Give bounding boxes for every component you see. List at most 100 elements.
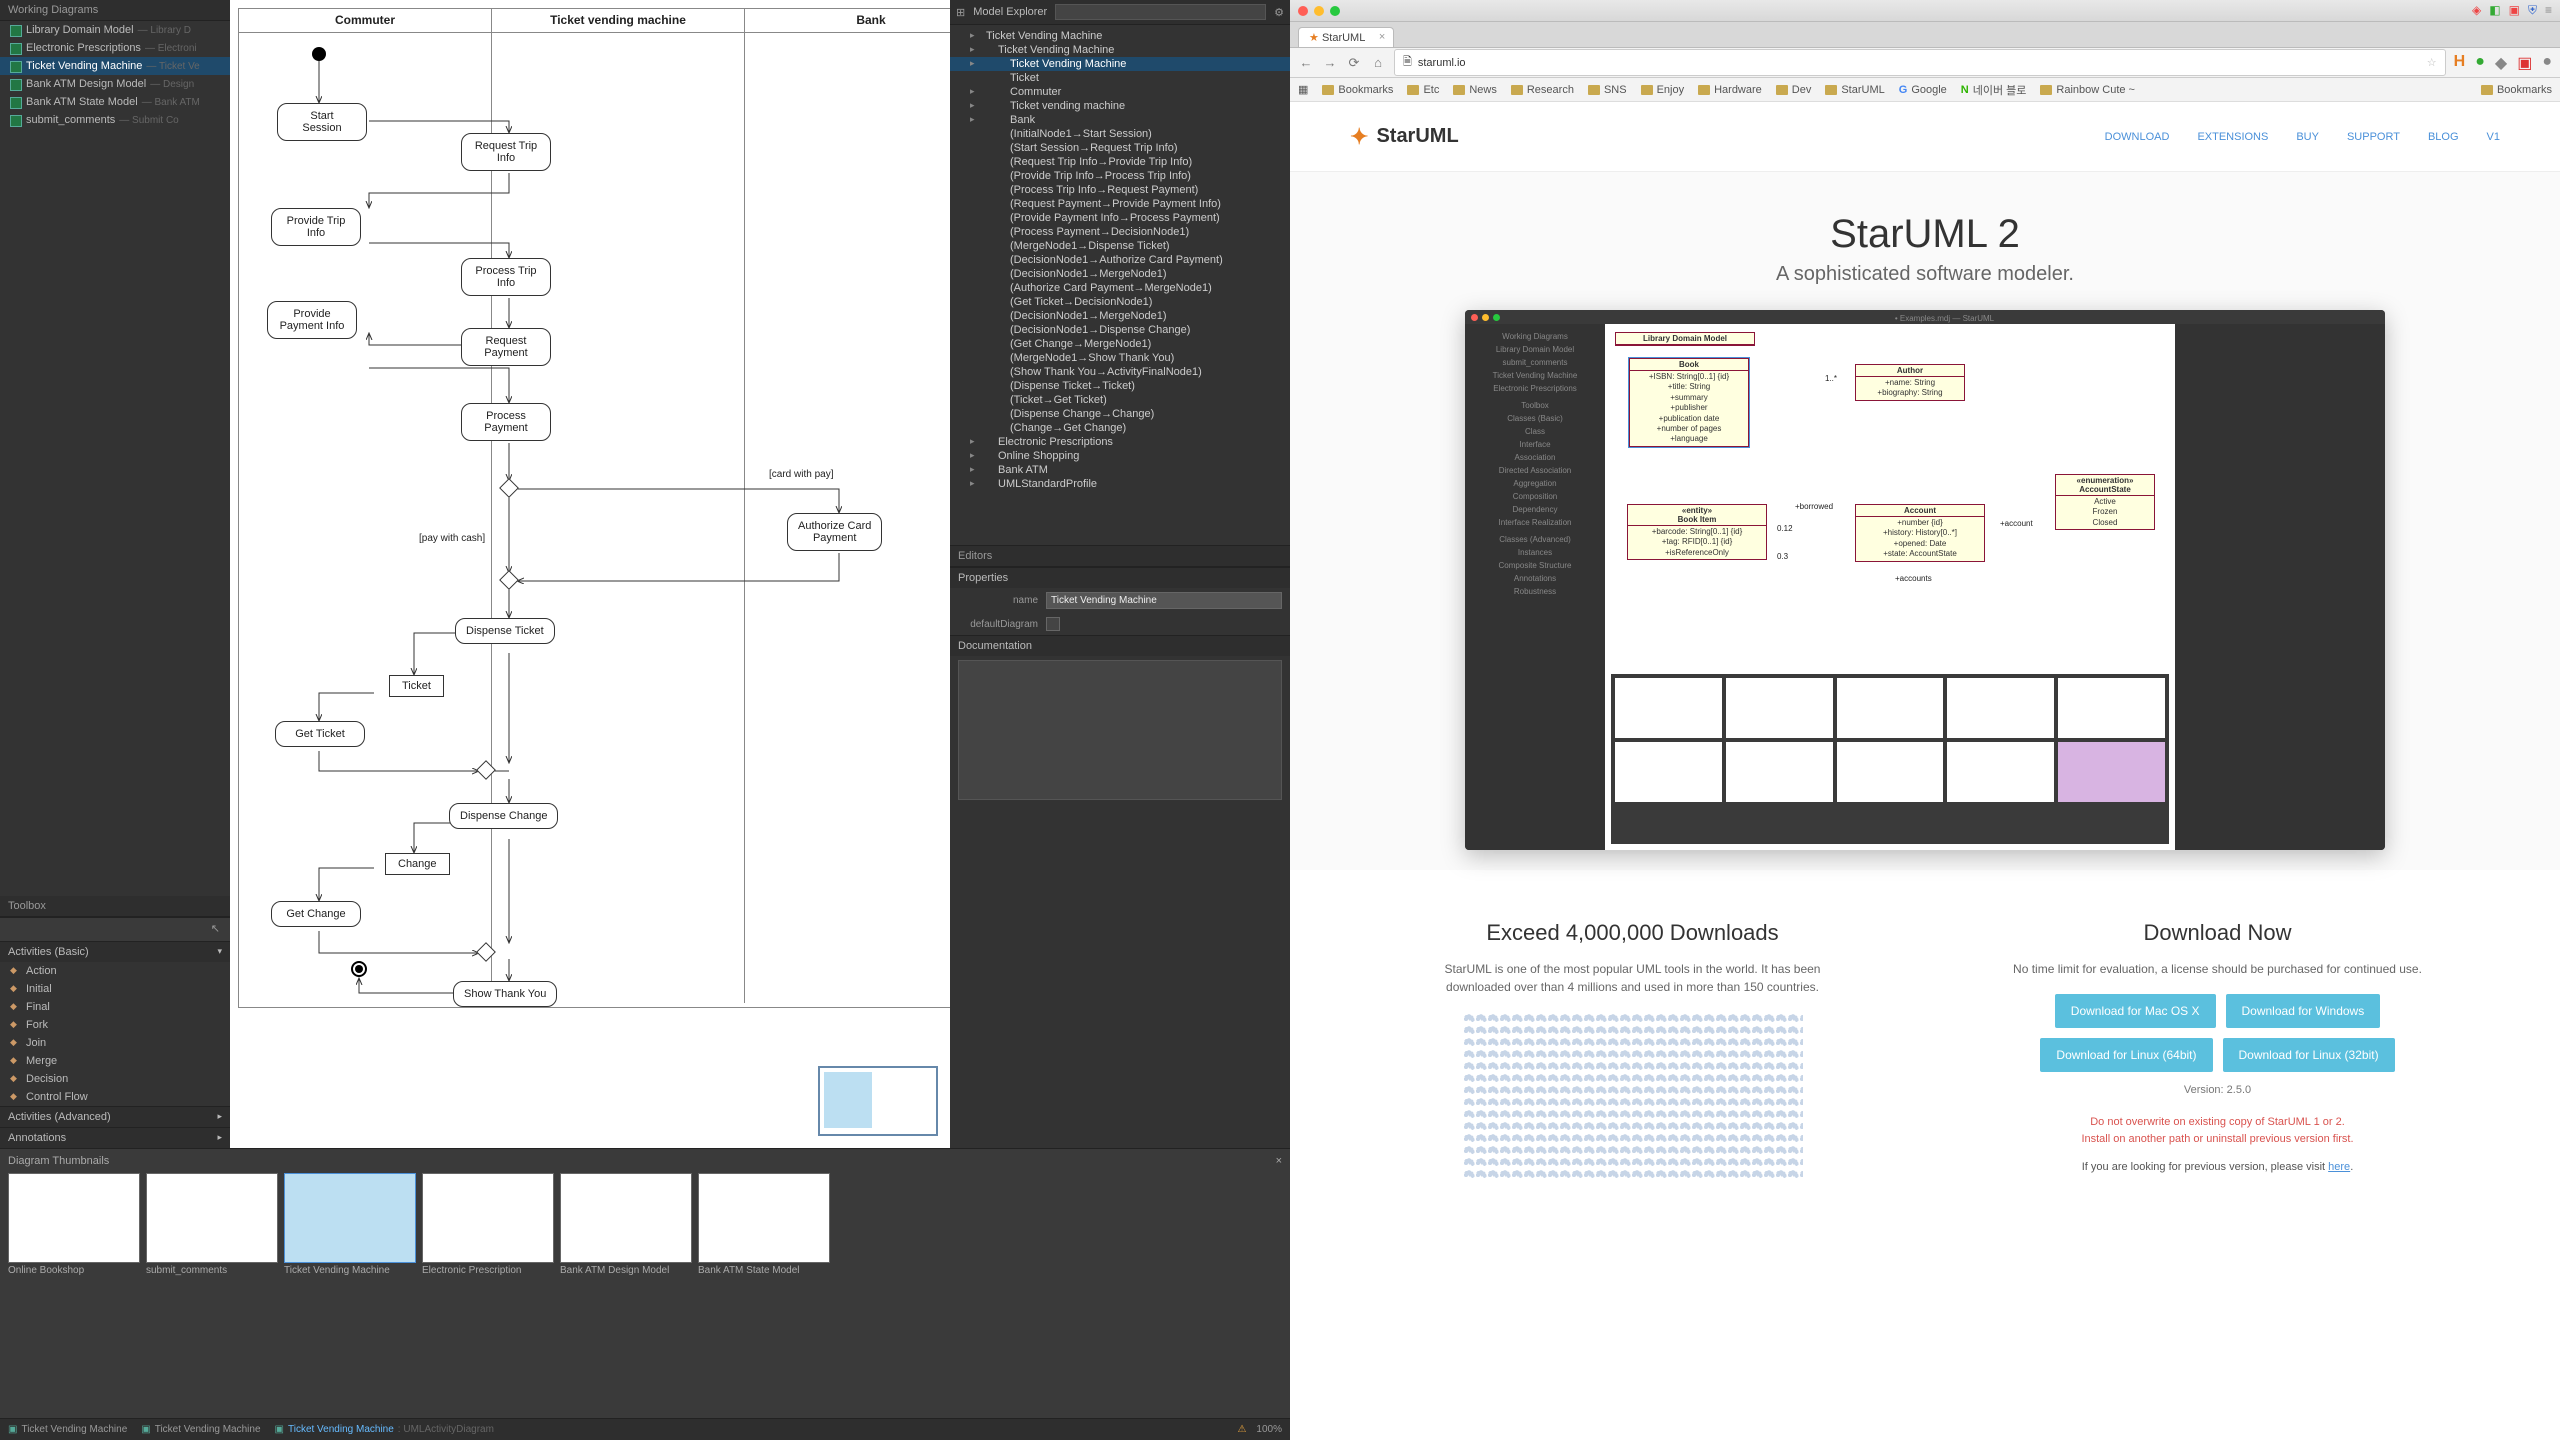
toolbox-item[interactable]: Control Flow — [0, 1088, 230, 1106]
url-input[interactable]: 🗎 staruml.io ☆ — [1394, 49, 2446, 76]
statusbar-tab[interactable]: ▣Ticket Vending Machine: UMLActivityDiag… — [275, 1424, 494, 1435]
bookmark-item[interactable]: Dev — [1776, 82, 1812, 98]
tree-item[interactable]: (DecisionNode1→MergeNode1) — [950, 267, 1290, 281]
ext-icon[interactable]: ◧ — [2489, 3, 2500, 18]
download-button[interactable]: Download for Mac OS X — [2055, 994, 2216, 1028]
diagram-thumbnail[interactable]: submit_comments — [146, 1173, 278, 1278]
working-diagram-item[interactable]: Bank ATM State Model— Bank ATM — [0, 93, 230, 111]
statusbar-tab[interactable]: ▣Ticket Vending Machine — [8, 1424, 127, 1435]
tree-item[interactable]: (Request Trip Info→Provide Trip Info) — [950, 155, 1290, 169]
node-show-thank-you[interactable]: Show Thank You — [453, 981, 557, 1007]
tree-item[interactable]: Bank ATM — [950, 463, 1290, 477]
minimize-icon[interactable] — [1314, 6, 1324, 16]
properties-section[interactable]: Properties — [950, 567, 1290, 588]
forward-icon[interactable]: → — [1322, 55, 1338, 70]
nav-link[interactable]: EXTENSIONS — [2197, 131, 2268, 143]
bookmark-item[interactable]: StarUML — [1825, 82, 1884, 98]
node-provide-payment-info[interactable]: Provide Payment Info — [267, 301, 357, 339]
tree-item[interactable]: Ticket Vending Machine — [950, 57, 1290, 71]
initial-node[interactable] — [312, 47, 326, 61]
toolbox-item[interactable]: Join — [0, 1034, 230, 1052]
node-request-payment[interactable]: Request Payment — [461, 328, 551, 366]
nav-link[interactable]: V1 — [2487, 131, 2500, 143]
toolbox-cursor-row[interactable]: ↖ — [0, 917, 230, 941]
tree-item[interactable]: Ticket — [950, 71, 1290, 85]
toolbox-section[interactable]: Annotations▸ — [0, 1127, 230, 1148]
toolbox-item[interactable]: Action — [0, 962, 230, 980]
ext-icon[interactable]: ◈ — [2472, 3, 2481, 18]
bookmark-item[interactable]: Etc — [1407, 82, 1439, 98]
tree-item[interactable]: Ticket Vending Machine — [950, 29, 1290, 43]
working-diagram-item[interactable]: submit_comments— Submit Co — [0, 111, 230, 129]
tree-item[interactable]: Electronic Prescriptions — [950, 435, 1290, 449]
here-link[interactable]: here — [2328, 1161, 2350, 1173]
close-icon[interactable] — [1298, 6, 1308, 16]
documentation-section[interactable]: Documentation — [950, 635, 1290, 656]
diagram-thumbnail[interactable]: Bank ATM Design Model — [560, 1173, 692, 1278]
tree-item[interactable]: (Show Thank You→ActivityFinalNode1) — [950, 365, 1290, 379]
bookmark-item[interactable]: Hardware — [1698, 82, 1762, 98]
toolbox-section[interactable]: Activities (Basic)▾ — [0, 941, 230, 962]
tree-item[interactable]: (MergeNode1→Dispense Ticket) — [950, 239, 1290, 253]
node-process-trip-info[interactable]: Process Trip Info — [461, 258, 551, 296]
zoom-level[interactable]: 100% — [1256, 1424, 1282, 1435]
final-node[interactable] — [351, 961, 367, 977]
apps-icon[interactable]: ▦ — [1298, 83, 1308, 96]
home-icon[interactable]: ⌂ — [1370, 55, 1386, 70]
merge-node-2[interactable] — [476, 942, 496, 962]
tree-item[interactable]: (Dispense Change→Change) — [950, 407, 1290, 421]
prop-name-input[interactable] — [1046, 592, 1282, 609]
swimlane-tvm[interactable]: Ticket vending machine — [492, 9, 745, 32]
toolbox-item[interactable]: Initial — [0, 980, 230, 998]
tree-item[interactable]: (Process Trip Info→Request Payment) — [950, 183, 1290, 197]
bookmark-item[interactable]: Research — [1511, 82, 1574, 98]
diagram-thumbnail[interactable]: Online Bookshop — [8, 1173, 140, 1278]
ext-icon[interactable]: H — [2454, 53, 2466, 73]
tree-item[interactable]: (Start Session→Request Trip Info) — [950, 141, 1290, 155]
bookmark-item[interactable]: Bookmarks — [1322, 82, 1393, 98]
warn-icon[interactable]: ⚠ — [1237, 1424, 1246, 1435]
download-button[interactable]: Download for Linux (64bit) — [2040, 1038, 2212, 1072]
nav-link[interactable]: DOWNLOAD — [2105, 131, 2170, 143]
node-get-ticket[interactable]: Get Ticket — [275, 721, 365, 747]
tree-item[interactable]: (Dispense Ticket→Ticket) — [950, 379, 1290, 393]
bookmark-item[interactable]: GGoogle — [1899, 82, 1947, 98]
ext-icon[interactable]: ⛨ — [2528, 3, 2537, 18]
tree-item[interactable]: (Process Payment→DecisionNode1) — [950, 225, 1290, 239]
node-authorize-card[interactable]: Authorize Card Payment — [787, 513, 882, 551]
tree-item[interactable]: (InitialNode1→Start Session) — [950, 127, 1290, 141]
bookmark-item[interactable]: Rainbow Cute ~ — [2040, 82, 2135, 98]
toolbox-item[interactable]: Decision — [0, 1070, 230, 1088]
node-start-session[interactable]: Start Session — [277, 103, 367, 141]
nav-link[interactable]: SUPPORT — [2347, 131, 2400, 143]
working-diagram-item[interactable]: Bank ATM Design Model— Design — [0, 75, 230, 93]
minimap[interactable] — [818, 1066, 938, 1136]
tree-item[interactable]: Commuter — [950, 85, 1290, 99]
ext-icon[interactable]: ▣ — [2517, 53, 2532, 73]
diagram-canvas[interactable]: Commuter Ticket vending machine Bank — [230, 0, 950, 1148]
node-get-change[interactable]: Get Change — [271, 901, 361, 927]
tree-item[interactable]: UMLStandardProfile — [950, 477, 1290, 491]
tree-item[interactable]: (Get Ticket→DecisionNode1) — [950, 295, 1290, 309]
tree-item[interactable]: (Authorize Card Payment→MergeNode1) — [950, 281, 1290, 295]
tree-item[interactable]: (DecisionNode1→MergeNode1) — [950, 309, 1290, 323]
browser-tab[interactable]: ★ StarUML × — [1298, 27, 1394, 47]
bookmarks-menu[interactable]: Bookmarks — [2481, 84, 2552, 96]
object-change[interactable]: Change — [385, 853, 450, 875]
ext-icon[interactable]: ● — [2475, 53, 2485, 73]
gear-icon[interactable]: ⚙ — [1274, 6, 1284, 19]
tree-item[interactable]: (DecisionNode1→Dispense Change) — [950, 323, 1290, 337]
swimlane-commuter[interactable]: Commuter — [239, 9, 492, 32]
site-logo[interactable]: ✦ StarUML — [1350, 124, 1459, 150]
bookmark-item[interactable]: News — [1453, 82, 1497, 98]
tree-item[interactable]: (DecisionNode1→Authorize Card Payment) — [950, 253, 1290, 267]
working-diagram-item[interactable]: Library Domain Model— Library D — [0, 21, 230, 39]
ext-icon[interactable]: ◆ — [2495, 53, 2507, 73]
documentation-textarea[interactable] — [958, 660, 1282, 800]
tree-item[interactable]: (Provide Trip Info→Process Trip Info) — [950, 169, 1290, 183]
star-icon[interactable]: ☆ — [2427, 56, 2437, 69]
tree-item[interactable]: Online Shopping — [950, 449, 1290, 463]
toolbox-item[interactable]: Fork — [0, 1016, 230, 1034]
reload-icon[interactable]: ⟳ — [1346, 55, 1362, 71]
ext-icon[interactable]: ▣ — [2509, 3, 2520, 18]
